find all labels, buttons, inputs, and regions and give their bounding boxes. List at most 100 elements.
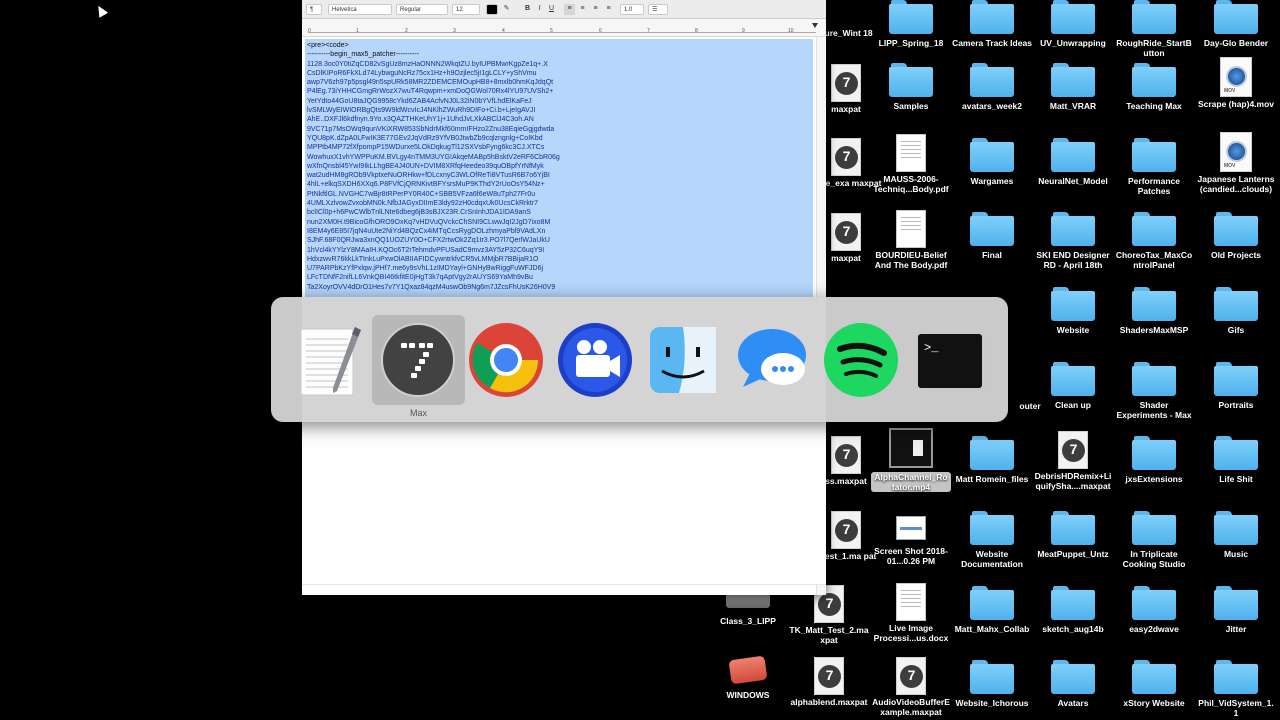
desktop-item[interactable]: alphablend.maxpat xyxy=(789,657,869,707)
desktop-item[interactable]: Avatars xyxy=(1033,660,1113,708)
desktop-item[interactable]: Portraits xyxy=(1196,362,1276,410)
spotify-app-icon[interactable] xyxy=(822,321,900,399)
font-size-select[interactable]: 12 xyxy=(452,4,480,15)
text-line: I8EM4y6E85I7jqN4uUte2NiYd4BQzCx4iMTqCcsR… xyxy=(307,227,546,235)
desktop-item[interactable]: MAUSS-2006-Techniq...Body.pdf xyxy=(871,134,951,194)
desktop-item[interactable]: jxsExtensions xyxy=(1114,436,1194,484)
desktop-item[interactable]: ChoreoTax_MaxControlPanel xyxy=(1114,212,1194,270)
desktop-item[interactable]: Final xyxy=(952,212,1032,260)
text-line: <pre><code> xyxy=(307,42,349,49)
text-line: LFcTDNfF2nifLL6VnkQBI46tkfitE0jHgT3k7qAp… xyxy=(307,274,533,282)
desktop-item[interactable]: Camera Track Ideas xyxy=(952,0,1032,48)
ruler-number: 9 xyxy=(742,28,745,34)
desktop-item[interactable]: Music xyxy=(1196,511,1276,559)
document-text-selection[interactable]: <pre><code> ----------begin_max5_patcher… xyxy=(305,39,813,297)
desktop-item[interactable]: Jitter xyxy=(1196,586,1276,634)
desktop-item-label: Japanese Lanterns (candied...clouds) xyxy=(1197,174,1275,194)
line-spacing-select[interactable]: 1.0 xyxy=(620,4,644,15)
desktop-item[interactable]: WINDOWS xyxy=(708,655,788,700)
folder-icon xyxy=(970,660,1014,694)
desktop-item[interactable]: Clean up xyxy=(1033,362,1113,410)
desktop-item[interactable]: RoughRide_StartButton xyxy=(1114,0,1194,58)
textedit-app-icon[interactable] xyxy=(291,321,369,399)
desktop-item[interactable]: In Triplicate Cooking Studio xyxy=(1114,511,1194,569)
tab-stop-marker[interactable] xyxy=(812,23,818,28)
desktop-item[interactable]: Performance Patches xyxy=(1114,138,1194,196)
desktop-item[interactable]: DebrisHDRemix+LiquifySha....maxpat xyxy=(1033,431,1113,491)
finder-app-icon[interactable] xyxy=(644,321,722,399)
justify-icon[interactable]: ≡ xyxy=(603,4,614,15)
font-style-select[interactable]: Regular xyxy=(396,4,448,15)
desktop-item-label: sketch_aug14b xyxy=(1042,624,1104,634)
desktop-item[interactable]: Shader Experiments - Max xyxy=(1114,362,1194,420)
desktop-item[interactable]: Phil_VidSystem_1.1 xyxy=(1196,660,1276,718)
bold-button[interactable]: B xyxy=(522,4,533,15)
desktop-item[interactable]: BOURDIEU-Belief And The Body.pdf xyxy=(871,210,951,270)
desktop-item[interactable]: LIPP_Spring_18 xyxy=(871,0,951,48)
desktop-item[interactable]: Matt Romein_files xyxy=(952,436,1032,484)
desktop-item[interactable]: ShadersMaxMSP xyxy=(1114,287,1194,335)
list-bullets-select[interactable]: ☰ xyxy=(648,4,668,15)
desktop-item-label: Screen Shot 2018-01...0.26 PM xyxy=(874,546,948,566)
desktop-item[interactable]: MeatPuppet_Untz xyxy=(1033,511,1113,559)
italic-button[interactable]: I xyxy=(534,4,545,15)
desktop-item-label: In Triplicate Cooking Studio xyxy=(1122,549,1186,569)
desktop-item[interactable]: Old Projects xyxy=(1196,212,1276,260)
desktop-item[interactable]: sketch_aug14b xyxy=(1033,586,1113,634)
terminal-app-icon[interactable]: >_ xyxy=(911,321,989,399)
desktop-item-label: Phil_VidSystem_1.1 xyxy=(1198,698,1274,718)
underline-button[interactable]: U xyxy=(546,4,557,15)
ruler-number: 2 xyxy=(405,28,408,34)
folder-icon xyxy=(1214,436,1258,470)
desktop-item-label: Portraits xyxy=(1218,400,1254,410)
desktop-item[interactable]: xStory Website xyxy=(1114,660,1194,708)
photo-booth-app-icon[interactable] xyxy=(556,321,634,399)
desktop-item-label: AlphaChannel_Rotator.mp4 xyxy=(871,472,951,492)
desktop-item[interactable]: Day-Glo Bender xyxy=(1196,0,1276,48)
desktop-item[interactable]: Life Shit xyxy=(1196,436,1276,484)
desktop-item[interactable]: Matt_Mahx_Collab xyxy=(952,586,1032,634)
desktop-item[interactable]: Website xyxy=(1033,287,1113,335)
font-family-select[interactable]: Helvetica xyxy=(328,4,392,15)
highlight-color-icon[interactable]: ✎ xyxy=(501,4,512,15)
align-left-icon[interactable]: ≡ xyxy=(564,4,575,15)
text-color-well[interactable] xyxy=(486,4,498,15)
desktop-item[interactable]: Teaching Max xyxy=(1114,63,1194,111)
desktop-item[interactable]: Matt_VRAR xyxy=(1033,63,1113,111)
desktop-item[interactable]: easy2dwave xyxy=(1114,586,1194,634)
desktop-item-label: Teaching Max xyxy=(1126,101,1182,111)
desktop-item-label: Scrape (hap)4.mov xyxy=(1197,99,1275,109)
ruler-number: 5 xyxy=(550,28,553,34)
desktop-item[interactable]: NeuralNet_Model xyxy=(1033,138,1113,186)
text-line: nun2XM0H.t9BicoGfhORO9OxKq7vHDVuQVckcChS… xyxy=(307,218,551,226)
align-right-icon[interactable]: ≡ xyxy=(590,4,601,15)
desktop-item[interactable]: MOV Japanese Lanterns (candied...clouds) xyxy=(1196,132,1276,194)
desktop-item[interactable]: avatars_week2 xyxy=(952,63,1032,111)
max-app-icon[interactable] xyxy=(379,321,457,399)
desktop-item[interactable]: Samples xyxy=(871,63,951,111)
chrome-app-icon[interactable] xyxy=(467,321,545,399)
desktop-item-label: MeatPuppet_Untz xyxy=(1037,549,1109,559)
pdf-file-icon xyxy=(896,210,926,248)
desktop-item-label: easy2dwave xyxy=(1129,624,1179,634)
desktop-item[interactable]: Wargames xyxy=(952,138,1032,186)
desktop-item[interactable]: Class_3_LIPP xyxy=(708,590,788,626)
desktop-item[interactable]: AlphaChannel_Rotator.mp4 xyxy=(871,428,951,492)
paragraph-style-select[interactable]: ¶ xyxy=(306,4,322,15)
folder-icon xyxy=(1132,362,1176,396)
folder-icon xyxy=(1132,138,1176,172)
document-blank-area[interactable] xyxy=(302,420,826,585)
desktop-item[interactable]: Gifs xyxy=(1196,287,1276,335)
desktop-item[interactable]: MOV Scrape (hap)4.mov xyxy=(1196,57,1276,109)
desktop-item[interactable]: Website_Ichorous xyxy=(952,660,1032,708)
desktop-item[interactable]: AudioVideoBufferExample.maxpat xyxy=(871,657,951,717)
desktop-item[interactable]: Live Image Processi...us.docx xyxy=(871,583,951,643)
desktop-item[interactable]: Website Documentation xyxy=(952,511,1032,569)
align-center-icon[interactable]: ≡ xyxy=(577,4,588,15)
ruler[interactable]: 0 1 2 3 4 5 6 7 8 9 10 xyxy=(302,19,826,37)
desktop-item[interactable]: Screen Shot 2018-01...0.26 PM xyxy=(871,508,951,566)
maxpat-file-icon xyxy=(831,436,861,474)
desktop-item[interactable]: SKI END Designer RD - April 18th xyxy=(1033,212,1113,270)
messages-app-icon[interactable] xyxy=(733,321,811,399)
desktop-item[interactable]: UV_Unwrapping xyxy=(1033,0,1113,48)
